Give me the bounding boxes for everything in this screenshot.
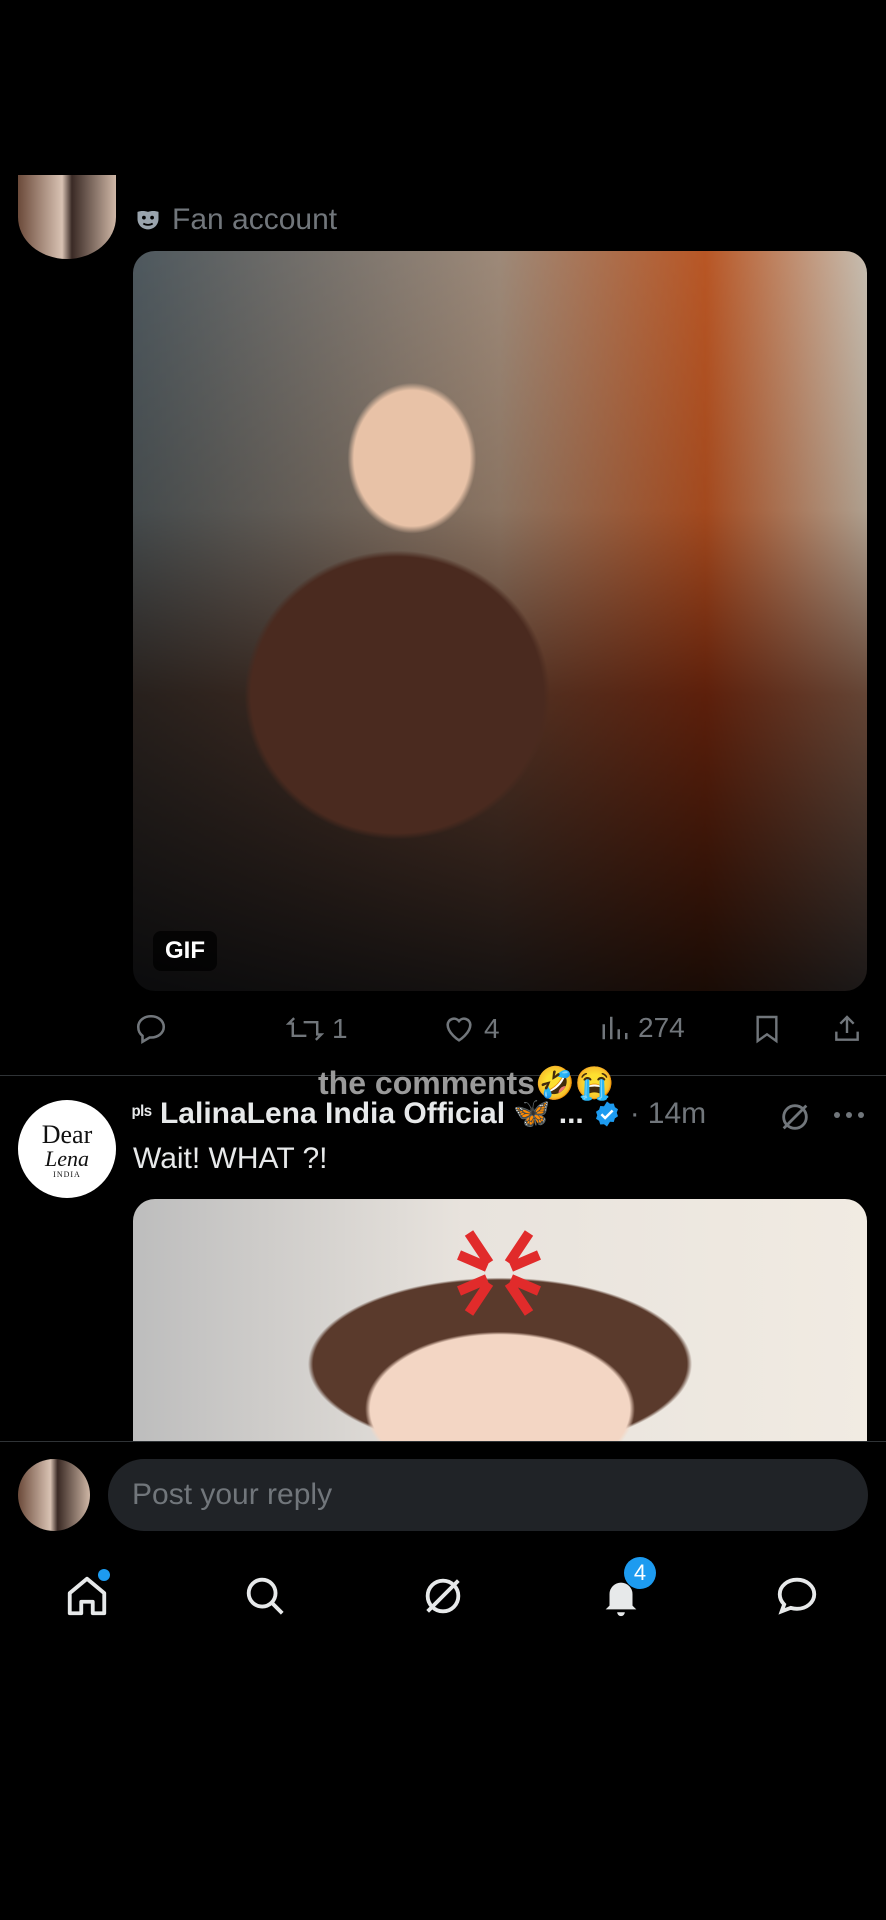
more-options-icon[interactable] bbox=[832, 1110, 866, 1120]
views-icon bbox=[600, 1012, 630, 1044]
reply-placeholder: Post your reply bbox=[132, 1478, 333, 1511]
post2-text: Wait! WHAT ?! bbox=[133, 1142, 328, 1175]
nav-notifications[interactable]: 4 bbox=[598, 1557, 656, 1619]
search-icon bbox=[242, 1573, 288, 1619]
views-count: 274 bbox=[638, 1012, 685, 1043]
like-count: 4 bbox=[484, 1013, 500, 1044]
repost-count: 1 bbox=[332, 1013, 348, 1044]
composer-avatar bbox=[18, 1459, 90, 1531]
post1-gif-media[interactable]: GIF bbox=[133, 251, 867, 991]
gif-badge: GIF bbox=[153, 931, 217, 971]
post2-header: ᵖˡˢ LalinaLena India Official 🦋 ... · 14… bbox=[132, 1096, 706, 1131]
composer-bar: Post your reply bbox=[0, 1441, 886, 1537]
post2-avatar[interactable]: Dear Lena INDIA bbox=[18, 1100, 116, 1198]
bookmark-action[interactable] bbox=[751, 1012, 783, 1046]
repost-action[interactable]: 1 bbox=[286, 1012, 348, 1046]
grok-nav-icon bbox=[420, 1573, 466, 1619]
share-action[interactable] bbox=[831, 1012, 863, 1046]
reply-action[interactable] bbox=[134, 1012, 168, 1046]
bottom-nav: 4 bbox=[0, 1537, 886, 1657]
like-action[interactable]: 4 bbox=[442, 1012, 500, 1046]
chat-bubble-icon bbox=[774, 1573, 820, 1619]
home-unread-dot bbox=[98, 1569, 110, 1581]
dot-separator: · bbox=[629, 1096, 640, 1130]
nav-home[interactable] bbox=[64, 1569, 110, 1619]
name-prefix: ᵖˡˢ bbox=[132, 1100, 152, 1126]
mask-icon bbox=[134, 206, 162, 234]
reply-icon bbox=[134, 1012, 168, 1046]
post1-avatar[interactable] bbox=[18, 175, 116, 259]
notifications-badge: 4 bbox=[624, 1557, 656, 1589]
anger-symbol-icon bbox=[449, 1223, 549, 1323]
post-time[interactable]: 14m bbox=[648, 1097, 706, 1131]
bookmark-icon bbox=[751, 1012, 783, 1046]
grok-icon[interactable] bbox=[778, 1100, 812, 1134]
verified-badge-icon bbox=[592, 1099, 622, 1129]
composer-divider bbox=[0, 1441, 886, 1442]
name-suffix: 🦋 ... bbox=[513, 1097, 584, 1130]
fan-account-label: Fan account bbox=[134, 203, 337, 237]
nav-search[interactable] bbox=[242, 1573, 288, 1619]
reply-input[interactable]: Post your reply bbox=[108, 1459, 868, 1531]
display-name[interactable]: LalinaLena India Official bbox=[160, 1097, 505, 1131]
share-icon bbox=[831, 1012, 863, 1046]
heart-icon bbox=[442, 1012, 476, 1046]
views-action[interactable]: 274 bbox=[600, 1012, 685, 1044]
nav-grok[interactable] bbox=[420, 1573, 466, 1619]
nav-messages[interactable] bbox=[774, 1573, 820, 1619]
repost-icon bbox=[286, 1012, 324, 1046]
